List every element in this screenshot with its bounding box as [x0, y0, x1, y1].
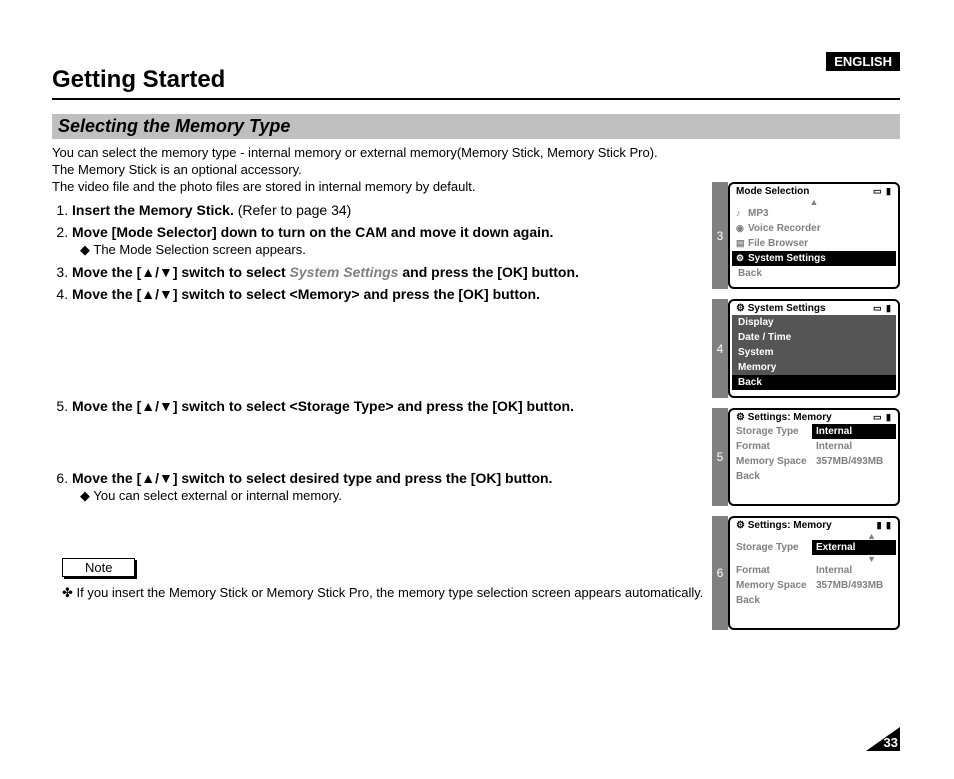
step-1-bold: Insert the Memory Stick.	[72, 202, 234, 218]
row-memory-space: Memory Space 357MB/493MB	[732, 454, 896, 469]
up-arrow-icon: ▲	[732, 532, 896, 540]
battery-icon: ▭ ▮	[873, 186, 892, 197]
screen-title: ⚙ Settings: Memory	[736, 412, 832, 423]
step-4-text: Move the [▲/▼] switch to select <Memory>…	[72, 286, 540, 302]
menu-item-display: Display	[732, 315, 896, 330]
row-storage-type: Storage Type External	[732, 540, 896, 555]
menu-item-filebrowser: File Browser	[732, 236, 896, 251]
screen-step-number: 3	[712, 182, 728, 289]
step-3-pre: Move the [▲/▼] switch to select	[72, 264, 290, 280]
step-5-text: Move the [▲/▼] switch to select <Storage…	[72, 398, 574, 414]
row-format: Format Internal	[732, 563, 896, 578]
menu-item-mp3: MP3	[732, 206, 896, 221]
row-back: Back	[732, 469, 896, 484]
screen-title: Mode Selection	[736, 186, 809, 197]
step-3-gray: System Settings	[290, 264, 399, 280]
intro-line: The Memory Stick is an optional accessor…	[52, 162, 900, 177]
screen-mock-5: 5 ⚙ Settings: Memory ▭ ▮ Storage Type In…	[712, 408, 900, 506]
down-arrow-icon: ▼	[732, 555, 896, 563]
menu-item-back: Back	[732, 266, 896, 281]
menu-item-memory: Memory	[732, 360, 896, 375]
menu-item-voice: Voice Recorder	[732, 221, 896, 236]
screen-step-number: 4	[712, 299, 728, 398]
title-rule	[52, 98, 900, 100]
page-number: 33	[862, 727, 900, 751]
menu-item-system: System	[732, 345, 896, 360]
menu-item-system-settings: System Settings	[732, 251, 896, 266]
note-label-box: Note	[62, 558, 135, 577]
screen-title: ⚙ Settings: Memory	[736, 520, 832, 531]
language-badge: ENGLISH	[826, 52, 900, 71]
screen-mock-4: 4 ⚙ System Settings ▭ ▮ Display Date / T…	[712, 299, 900, 398]
screen-mock-3: 3 Mode Selection ▭ ▮ ▲ MP3 Voice Recorde…	[712, 182, 900, 289]
section-heading: Selecting the Memory Type	[52, 114, 900, 139]
menu-item-datetime: Date / Time	[732, 330, 896, 345]
row-storage-type: Storage Type Internal	[732, 424, 896, 439]
step-3-post: and press the [OK] button.	[398, 264, 578, 280]
gear-icon: ⚙	[736, 520, 745, 531]
step-6-text: Move the [▲/▼] switch to select desired …	[72, 470, 552, 486]
screen-mock-column: 3 Mode Selection ▭ ▮ ▲ MP3 Voice Recorde…	[712, 182, 900, 640]
screen-step-number: 6	[712, 516, 728, 630]
up-arrow-icon: ▲	[732, 198, 896, 206]
step-2-text: Move [Mode Selector] down to turn on the…	[72, 224, 553, 240]
intro-line: You can select the memory type - interna…	[52, 145, 900, 160]
row-back: Back	[732, 593, 896, 608]
screen-mock-6: 6 ⚙ Settings: Memory ▮ ▮ ▲ Storage Type …	[712, 516, 900, 630]
menu-item-back: Back	[732, 375, 896, 390]
battery-icon: ▭ ▮	[873, 412, 892, 423]
row-memory-space: Memory Space 357MB/493MB	[732, 578, 896, 593]
gear-icon: ⚙	[736, 412, 745, 423]
battery-icon: ▮ ▮	[877, 520, 892, 531]
screen-step-number: 5	[712, 408, 728, 506]
page-title: Getting Started	[52, 66, 900, 94]
row-format: Format Internal	[732, 439, 896, 454]
step-1-rest: (Refer to page 34)	[234, 202, 352, 218]
battery-icon: ▭ ▮	[873, 303, 892, 314]
screen-title: ⚙ System Settings	[736, 303, 826, 314]
gear-icon: ⚙	[736, 303, 745, 314]
